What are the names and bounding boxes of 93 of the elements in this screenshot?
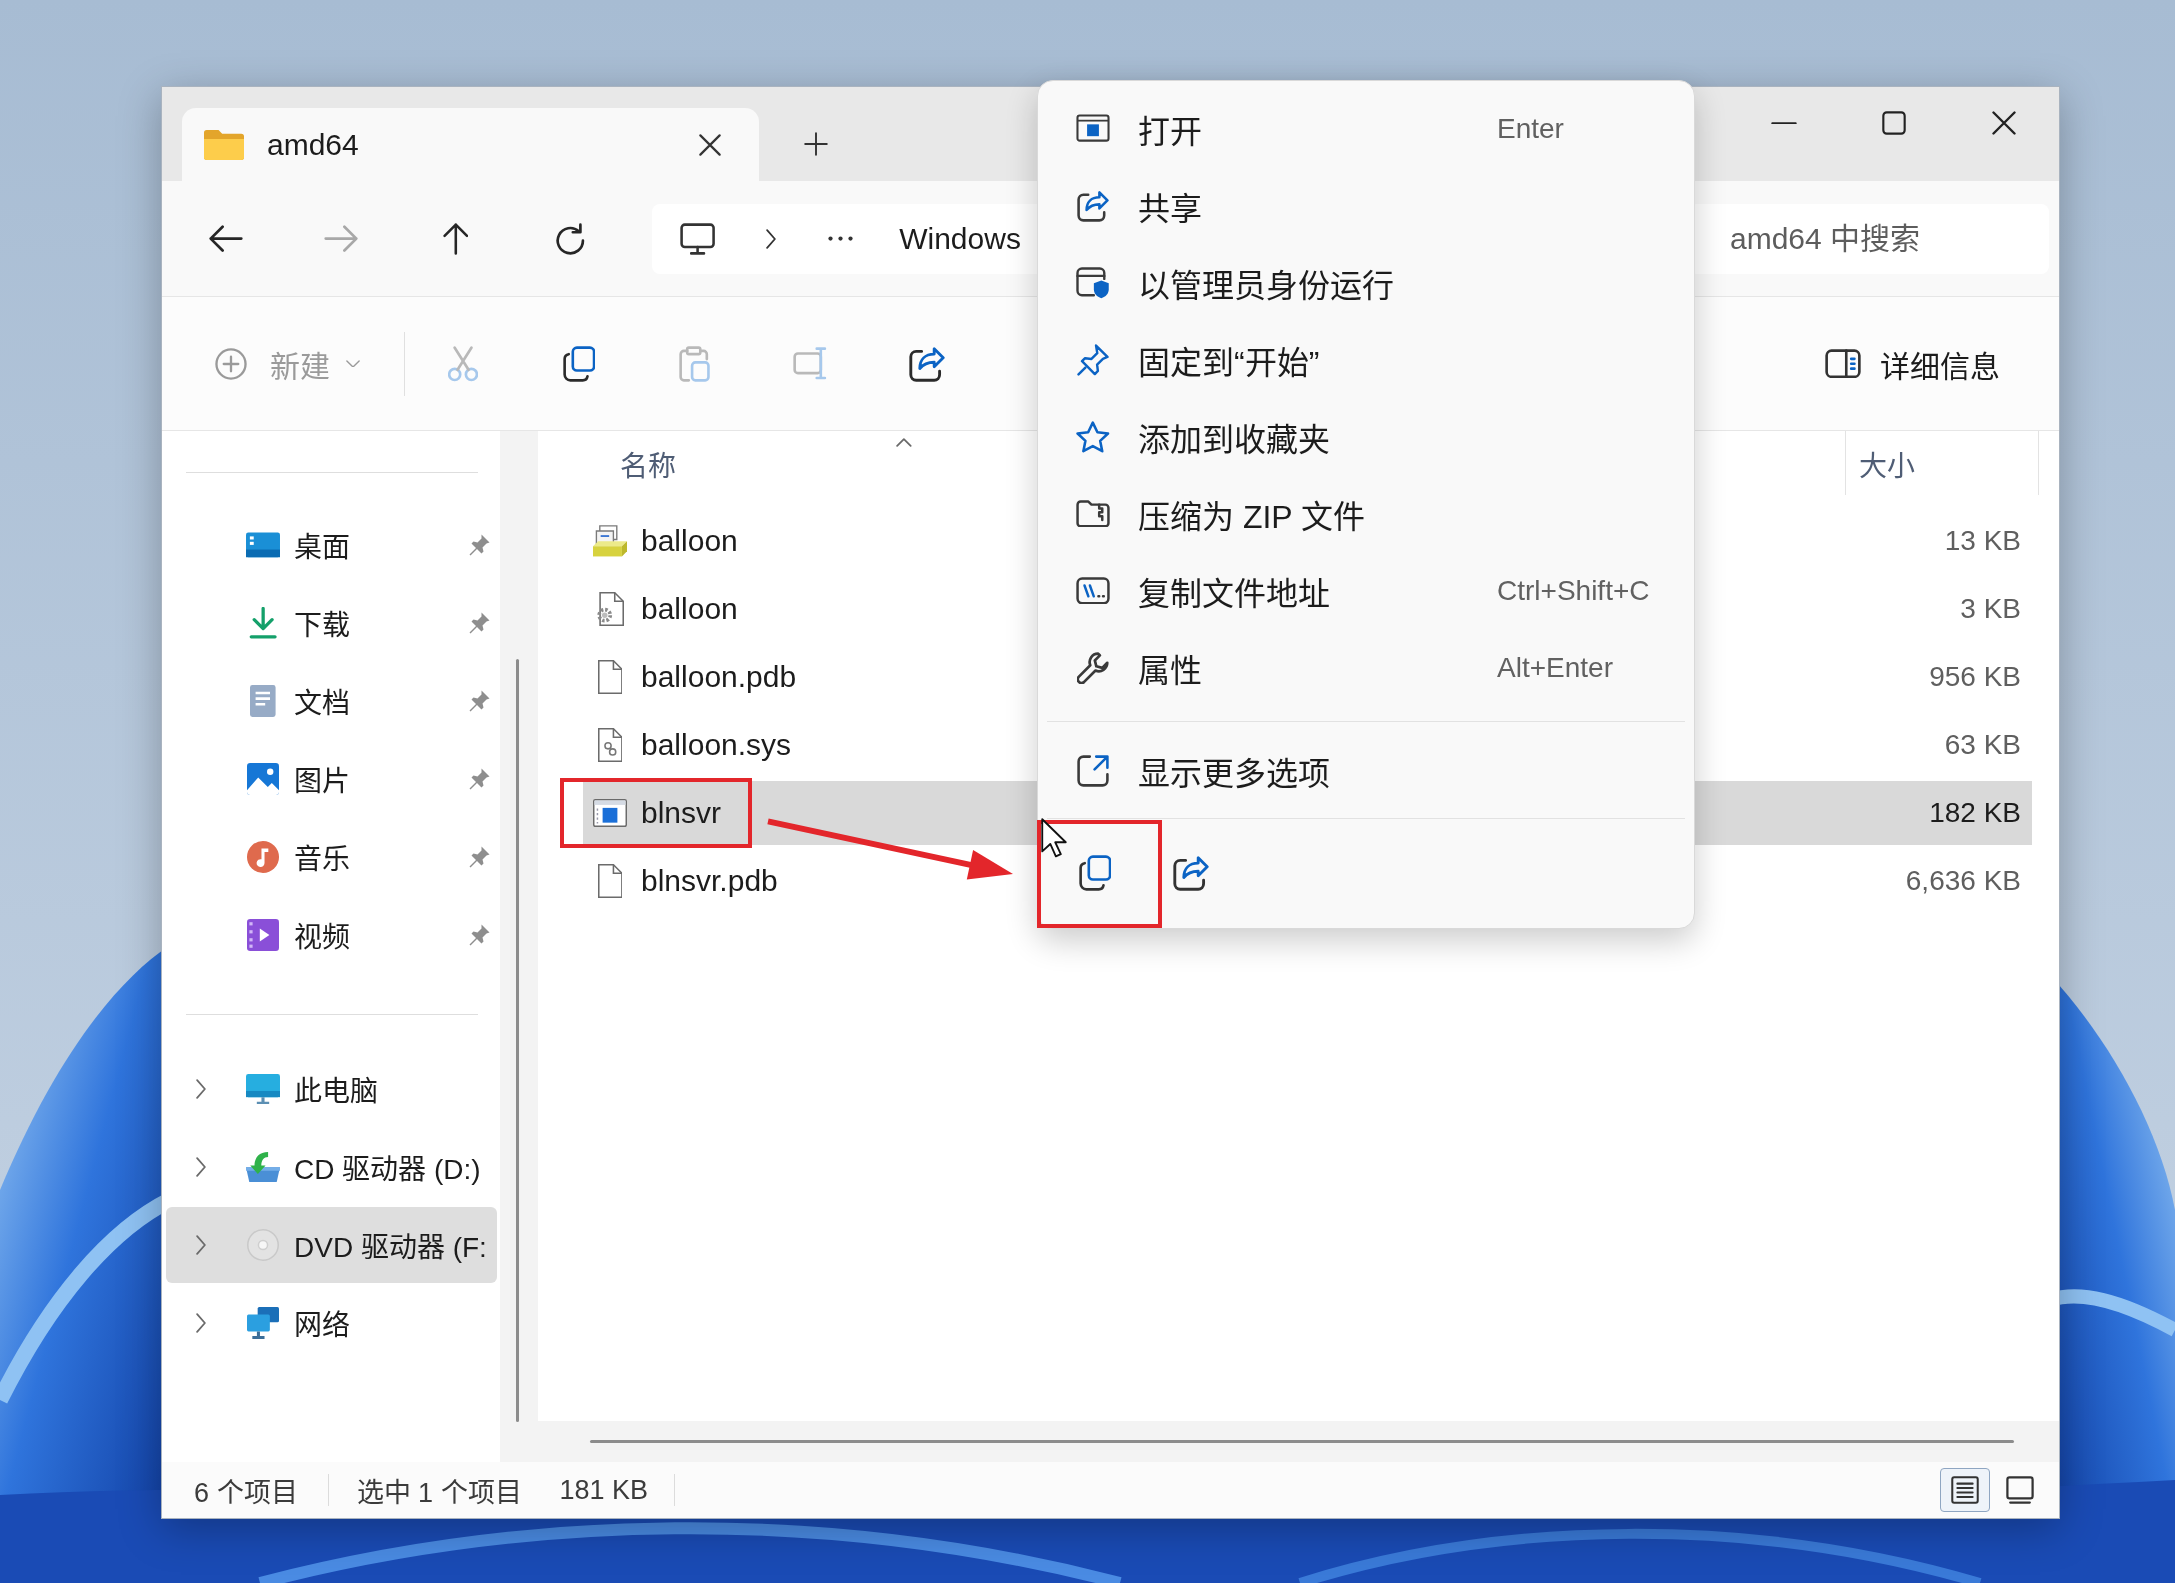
application-window-icon [1076, 114, 1110, 143]
selection-size: 181 KB [559, 1474, 649, 1506]
gear-file-icon [596, 592, 624, 626]
horizontal-scrollbar[interactable] [590, 1440, 2014, 1443]
chevron-right-icon[interactable] [196, 1157, 206, 1177]
side-panel-icon [1825, 348, 1861, 379]
download-arrow-icon [248, 607, 278, 639]
share-icon[interactable] [1173, 855, 1209, 891]
minimize-icon[interactable] [1771, 121, 1797, 125]
nav-item[interactable]: 音乐 [166, 819, 497, 895]
star-icon [1076, 420, 1110, 453]
pin-icon [1077, 343, 1109, 376]
menu-item[interactable]: 显示更多选项 [1038, 732, 1694, 809]
nav-item[interactable]: CD 驱动器 (D:) [166, 1129, 497, 1205]
chevron-right-icon[interactable] [196, 1235, 206, 1255]
back-arrow-icon[interactable] [208, 224, 243, 253]
column-header[interactable]: 大小 [1845, 431, 2039, 495]
menu-item[interactable]: 属性 Alt+Enter [1038, 629, 1694, 706]
share-icon[interactable] [909, 345, 945, 382]
file-size: 13 KB [1944, 525, 2022, 557]
file-size: 63 KB [1944, 729, 2022, 761]
chevron-right-icon[interactable] [196, 1079, 206, 1099]
keyboard-shortcut: Ctrl+Shift+C [1497, 574, 1650, 607]
plus-circle-icon [215, 347, 247, 380]
network-icon [247, 1307, 279, 1339]
file-size: 6,636 KB [1905, 865, 2022, 897]
item-count: 6 个项目 [194, 1476, 298, 1510]
refresh-icon[interactable] [556, 222, 585, 255]
application-icon [593, 798, 627, 828]
tab[interactable]: amd64 [182, 108, 759, 181]
music-note-icon [247, 841, 279, 873]
file-size: 3 KB [1960, 593, 2022, 625]
menu-item[interactable]: 复制文件地址 Ctrl+Shift+C [1038, 552, 1694, 629]
nav-item[interactable]: 图片 [166, 741, 497, 817]
folder-icon [204, 129, 244, 160]
desktop-icon [246, 531, 280, 559]
list-view-icon [1951, 1476, 1979, 1504]
drive-icon [246, 1151, 280, 1183]
file-icon [597, 660, 623, 694]
picture-icon [247, 763, 279, 795]
setup-file-icon [593, 524, 627, 558]
file-size: 956 KB [1929, 661, 2022, 693]
copy-icon[interactable] [562, 345, 596, 382]
monitor-icon [246, 1073, 280, 1105]
close-icon[interactable] [699, 133, 721, 156]
chevron-right-icon[interactable] [196, 1313, 206, 1333]
monitor-icon[interactable] [680, 222, 716, 255]
view-button[interactable] [1940, 1468, 1990, 1512]
details-button[interactable]: 详细信息 [1813, 333, 2012, 394]
nav-item[interactable]: 下载 [166, 585, 497, 661]
up-arrow-icon[interactable] [442, 222, 469, 255]
nav-item[interactable]: 此电脑 [166, 1051, 497, 1127]
document-icon [250, 685, 276, 717]
chevron-right-icon [766, 228, 777, 249]
maximize-icon[interactable] [1882, 111, 1906, 135]
wrench-icon [1076, 651, 1110, 684]
tile-view-icon [2006, 1476, 2034, 1504]
nav-item[interactable]: 视频 [166, 897, 497, 973]
file-name: balloon.pdb [641, 660, 797, 694]
nav-item[interactable]: 网络 [166, 1285, 497, 1361]
file-name: balloon [641, 592, 738, 626]
mouse-pointer-icon [1041, 818, 1067, 858]
shield-window-icon [1076, 266, 1110, 299]
nav-item[interactable]: DVD 驱动器 (F: [166, 1207, 497, 1283]
keyboard-shortcut: Alt+Enter [1497, 651, 1613, 684]
breadcrumb-item[interactable]: Windows [899, 221, 1021, 256]
close-icon[interactable] [1992, 111, 2016, 135]
path-icon [1076, 576, 1110, 605]
keyboard-shortcut: Enter [1497, 112, 1564, 145]
file-icon [597, 864, 623, 898]
selection-count: 选中 1 个项目 [356, 1476, 522, 1510]
caret-down-icon [346, 359, 360, 368]
file-name: balloon [641, 524, 738, 558]
copy-icon[interactable] [1078, 855, 1112, 891]
nav-item[interactable]: 文档 [166, 663, 497, 739]
file-size: 182 KB [1929, 797, 2022, 829]
link-file-icon [597, 728, 623, 762]
vertical-scrollbar[interactable] [516, 659, 519, 1422]
nav-item[interactable]: 桌面 [166, 507, 497, 583]
share-icon [1077, 189, 1109, 222]
file-name: balloon.sys [641, 728, 792, 762]
menu-item[interactable]: 添加到收藏夹 [1038, 398, 1694, 475]
zip-folder-icon [1076, 499, 1110, 528]
video-icon [247, 919, 279, 951]
disc-icon [247, 1229, 279, 1261]
menu-item[interactable]: 固定到“开始” [1038, 321, 1694, 398]
file-name: blnsvr [641, 796, 722, 830]
ellipsis-icon[interactable] [828, 236, 854, 241]
plus-icon[interactable] [804, 132, 828, 156]
file-name: blnsvr.pdb [641, 864, 778, 898]
menu-item[interactable]: 打开 Enter [1038, 90, 1694, 167]
menu-item[interactable]: 压缩为 ZIP 文件 [1038, 475, 1694, 552]
external-link-icon [1077, 754, 1109, 787]
